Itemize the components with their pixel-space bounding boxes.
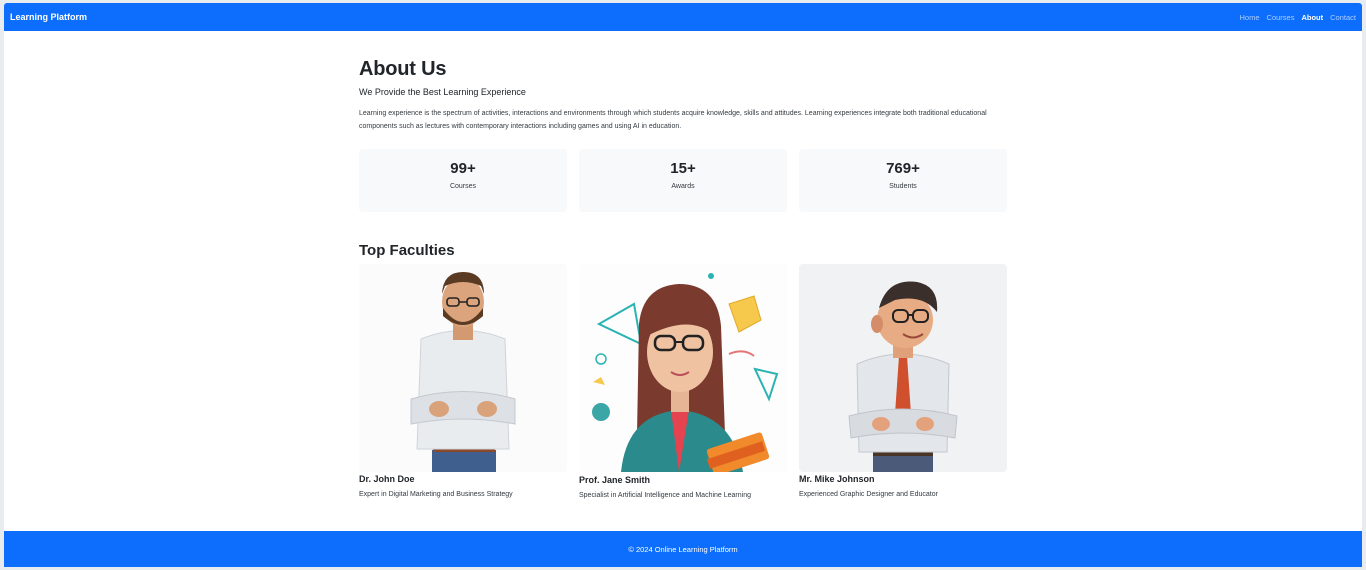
woman-with-books-avatar [579, 264, 787, 472]
faculty-description: Experienced Graphic Designer and Educato… [799, 491, 938, 498]
stat-value: 769+ [886, 160, 920, 177]
nav-link-courses[interactable]: Courses [1267, 13, 1295, 22]
main-content: About Us We Provide the Best Learning Ex… [359, 31, 1007, 499]
page-title: About Us [359, 58, 447, 80]
faculty-description: Specialist in Artificial Intelligence an… [579, 492, 751, 499]
stat-card-courses: 99+ Courses [359, 149, 567, 212]
man-with-tie-avatar [799, 264, 1007, 472]
footer: © 2024 Online Learning Platform [4, 531, 1362, 567]
section-title-faculties: Top Faculties [359, 242, 455, 259]
stat-card-students: 769+ Students [799, 149, 1007, 212]
nav-link-home[interactable]: Home [1240, 13, 1260, 22]
stat-label: Students [889, 183, 917, 190]
faculty-card: Dr. John Doe Expert in Digital Marketing… [359, 264, 567, 499]
page-frame: Learning Platform Home Courses About Con… [4, 3, 1362, 567]
faculty-grid: Dr. John Doe Expert in Digital Marketing… [359, 264, 1007, 499]
faculty-card: Mr. Mike Johnson Experienced Graphic Des… [799, 264, 1007, 499]
bearded-man-avatar [359, 264, 567, 472]
brand-link[interactable]: Learning Platform [10, 12, 87, 22]
faculty-name: Dr. John Doe [359, 474, 415, 484]
faculty-description: Expert in Digital Marketing and Business… [359, 491, 513, 498]
stats-row: 99+ Courses 15+ Awards 769+ Students [359, 149, 1007, 212]
faculty-name: Prof. Jane Smith [579, 475, 651, 485]
navbar: Learning Platform Home Courses About Con… [4, 3, 1362, 31]
stat-label: Awards [671, 183, 695, 190]
nav-links: Home Courses About Contact [1240, 13, 1356, 22]
stat-value: 99+ [450, 160, 476, 177]
intro-paragraph: Learning experience is the spectrum of a… [359, 110, 987, 130]
page-subtitle: We Provide the Best Learning Experience [359, 87, 526, 97]
faculty-name: Mr. Mike Johnson [799, 474, 875, 484]
faculty-card: Prof. Jane Smith Specialist in Artificia… [579, 264, 787, 499]
stat-label: Courses [449, 183, 477, 190]
nav-link-contact[interactable]: Contact [1330, 13, 1356, 22]
stat-value: 15+ [670, 160, 696, 177]
footer-text: © 2024 Online Learning Platform [628, 544, 738, 554]
stat-card-awards: 15+ Awards [579, 149, 787, 212]
nav-link-about[interactable]: About [1301, 13, 1323, 22]
